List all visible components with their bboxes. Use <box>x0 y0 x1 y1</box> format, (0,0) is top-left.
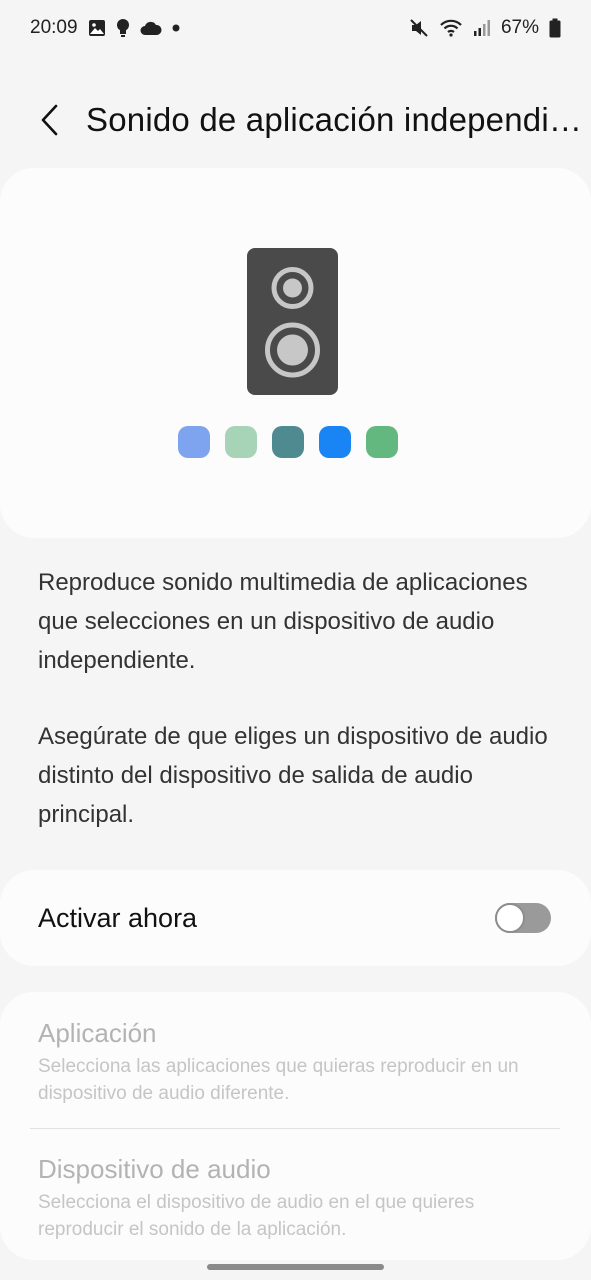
setting-audio-device[interactable]: Dispositivo de audio Selecciona el dispo… <box>38 1152 558 1243</box>
screen: 20:09 67% Sonido de aplicación independi… <box>0 0 591 1280</box>
status-right: 67% <box>409 17 561 39</box>
page-title: Sonido de aplicación independiente <box>86 101 591 138</box>
color-dot <box>366 426 398 458</box>
color-dots <box>178 426 398 458</box>
mute-icon <box>409 18 429 38</box>
description-paragraph-1: Reproduce sonido multimedia de aplicacio… <box>38 569 528 674</box>
status-left: 20:09 <box>30 17 180 39</box>
color-dot <box>319 426 351 458</box>
battery-icon <box>549 18 561 38</box>
activate-now-row[interactable]: Activar ahora <box>0 870 591 966</box>
activate-now-switch[interactable] <box>495 903 551 933</box>
cloud-icon <box>140 20 162 36</box>
switch-knob <box>495 903 525 933</box>
signal-icon <box>473 19 491 37</box>
setting-subtitle: Selecciona el dispositivo de audio en el… <box>38 1192 475 1240</box>
back-button[interactable] <box>22 92 78 148</box>
status-time: 20:09 <box>30 17 78 38</box>
setting-application[interactable]: Aplicación Selecciona las aplicaciones q… <box>38 1016 558 1107</box>
activate-now-label: Activar ahora <box>38 902 198 933</box>
speaker-icon <box>247 248 338 395</box>
color-dot <box>178 426 210 458</box>
status-bar: 20:09 67% <box>0 0 591 56</box>
divider <box>30 1128 560 1129</box>
color-dot <box>225 426 257 458</box>
lightbulb-icon <box>116 18 130 38</box>
setting-title: Aplicación <box>38 1018 157 1048</box>
image-icon <box>88 19 106 37</box>
battery-percent: 67% <box>500 17 539 38</box>
header: Sonido de aplicación independiente <box>0 88 591 152</box>
illustration-card <box>0 168 591 538</box>
setting-subtitle: Selecciona las aplicaciones que quieras … <box>38 1056 519 1104</box>
wifi-icon <box>439 18 463 38</box>
settings-card: Aplicación Selecciona las aplicaciones q… <box>0 992 591 1260</box>
color-dot <box>272 426 304 458</box>
home-indicator[interactable] <box>207 1264 384 1270</box>
description-paragraph-2: Asegúrate de que eliges un dispositivo d… <box>38 723 548 828</box>
dot-icon <box>172 24 180 32</box>
setting-title: Dispositivo de audio <box>38 1154 271 1184</box>
chevron-left-icon <box>41 104 58 136</box>
